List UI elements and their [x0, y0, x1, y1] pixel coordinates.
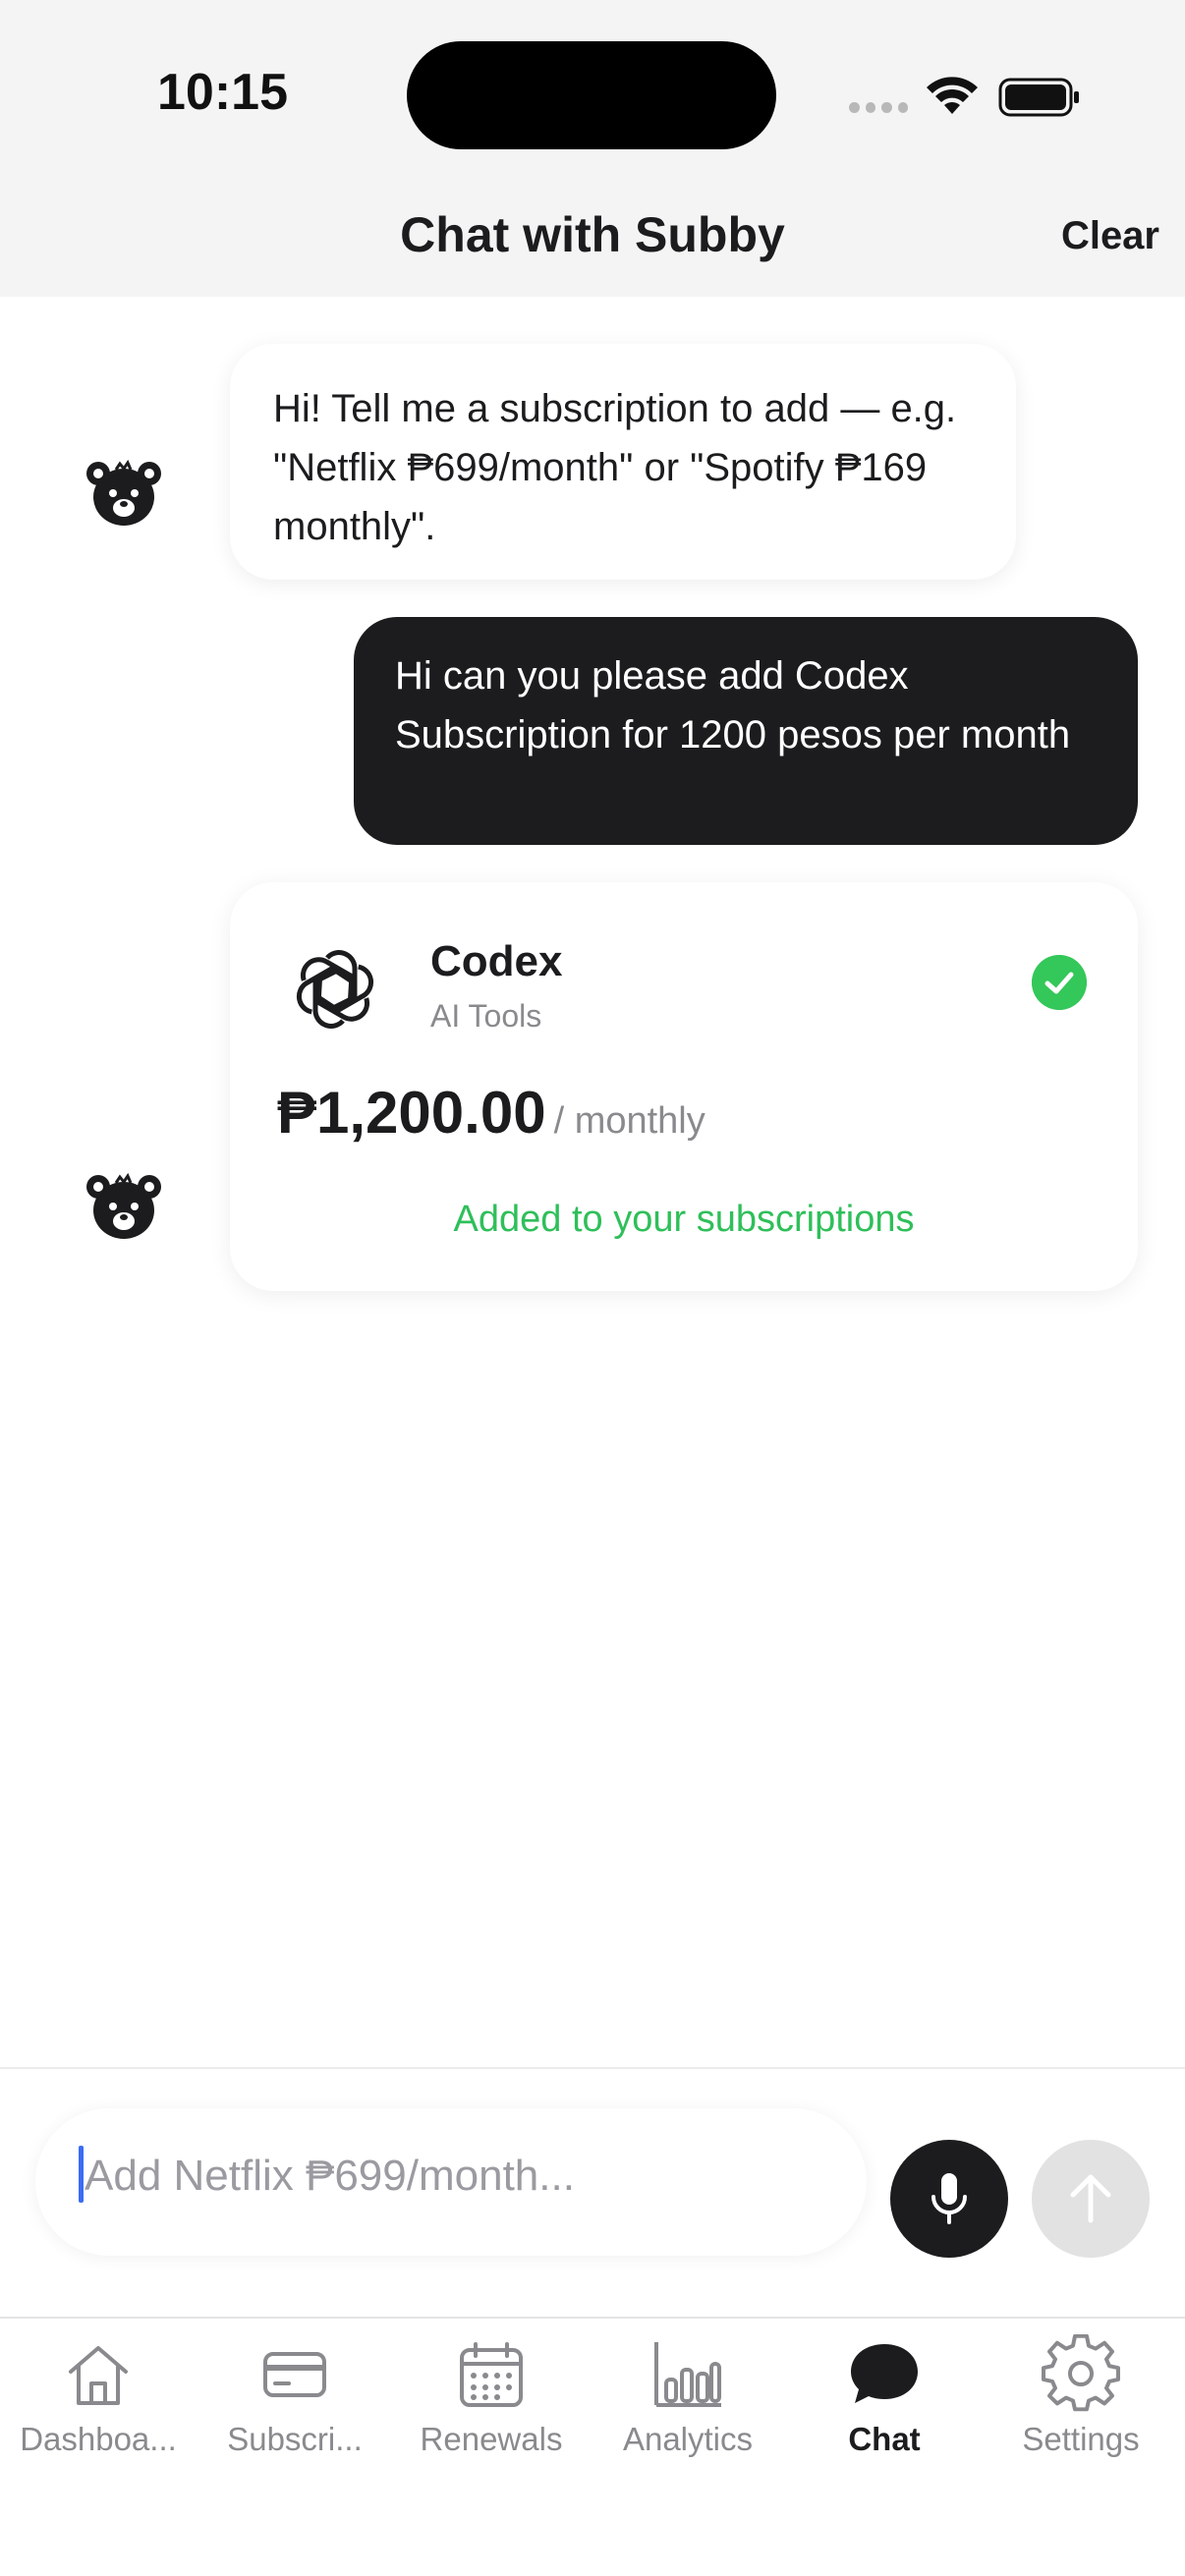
user-message-bubble: Hi can you please add Codex Subscription…	[354, 617, 1138, 845]
send-button[interactable]	[1032, 2140, 1150, 2258]
gear-icon	[1042, 2334, 1120, 2412]
tab-label: Dashboa...	[20, 2421, 177, 2457]
bear-avatar-icon	[86, 459, 161, 526]
dynamic-island	[407, 41, 776, 149]
arrow-up-icon	[1070, 2174, 1111, 2223]
tab-renewals[interactable]: Renewals	[393, 2334, 590, 2482]
subscription-category: AI Tools	[430, 998, 542, 1034]
tab-settings[interactable]: Settings	[983, 2334, 1179, 2482]
header: 10:15 Chat with Subby Clear	[0, 0, 1185, 297]
added-status-text: Added to your subscriptions	[453, 1199, 915, 1240]
check-circle-icon	[1032, 955, 1087, 1010]
microphone-button[interactable]	[890, 2140, 1008, 2258]
wifi-icon	[927, 77, 978, 114]
bear-avatar-icon	[86, 1172, 161, 1239]
tab-subscriptions[interactable]: Subscri...	[197, 2334, 393, 2482]
subscription-name: Codex	[430, 937, 563, 985]
chat-bubble-icon	[851, 2344, 918, 2403]
clear-button[interactable]: Clear	[1061, 214, 1159, 258]
tab-analytics[interactable]: Analytics	[590, 2334, 786, 2482]
tab-dashboard[interactable]: Dashboa...	[0, 2334, 197, 2482]
tab-label: Chat	[848, 2421, 921, 2457]
status-time: 10:15	[157, 64, 288, 121]
page-title: Chat with Subby	[400, 207, 785, 262]
tab-chat[interactable]: Chat	[786, 2334, 983, 2482]
subscription-added-card: Codex AI Tools ₱1,200.00/ monthly Added …	[230, 882, 1138, 1291]
openai-logo-icon	[296, 950, 374, 1029]
credit-card-icon	[263, 2352, 326, 2397]
calendar-icon	[460, 2342, 523, 2407]
bot-message-bubble: Hi! Tell me a subscription to add — e.g.…	[230, 344, 1016, 580]
home-icon	[69, 2346, 128, 2405]
subscription-price: ₱1,200.00/ monthly	[277, 1079, 705, 1147]
chat-screen: 10:15 Chat with Subby Clear Hi! Tell me …	[0, 0, 1185, 2576]
tab-label: Settings	[1022, 2421, 1140, 2457]
composer-divider	[0, 2067, 1185, 2069]
text-caret	[79, 2146, 84, 2203]
price-amount: ₱1,200.00	[277, 1080, 546, 1146]
tab-label: Subscri...	[227, 2421, 363, 2457]
battery-icon	[998, 78, 1079, 117]
tab-bar-divider	[0, 2317, 1185, 2319]
price-period: / monthly	[553, 1100, 705, 1142]
cellular-signal-icon	[849, 102, 908, 116]
tab-label: Analytics	[622, 2421, 754, 2457]
message-input[interactable]	[85, 2142, 831, 2211]
bar-chart-icon	[654, 2342, 721, 2407]
tab-label: Renewals	[420, 2421, 563, 2457]
microphone-icon	[931, 2173, 967, 2224]
